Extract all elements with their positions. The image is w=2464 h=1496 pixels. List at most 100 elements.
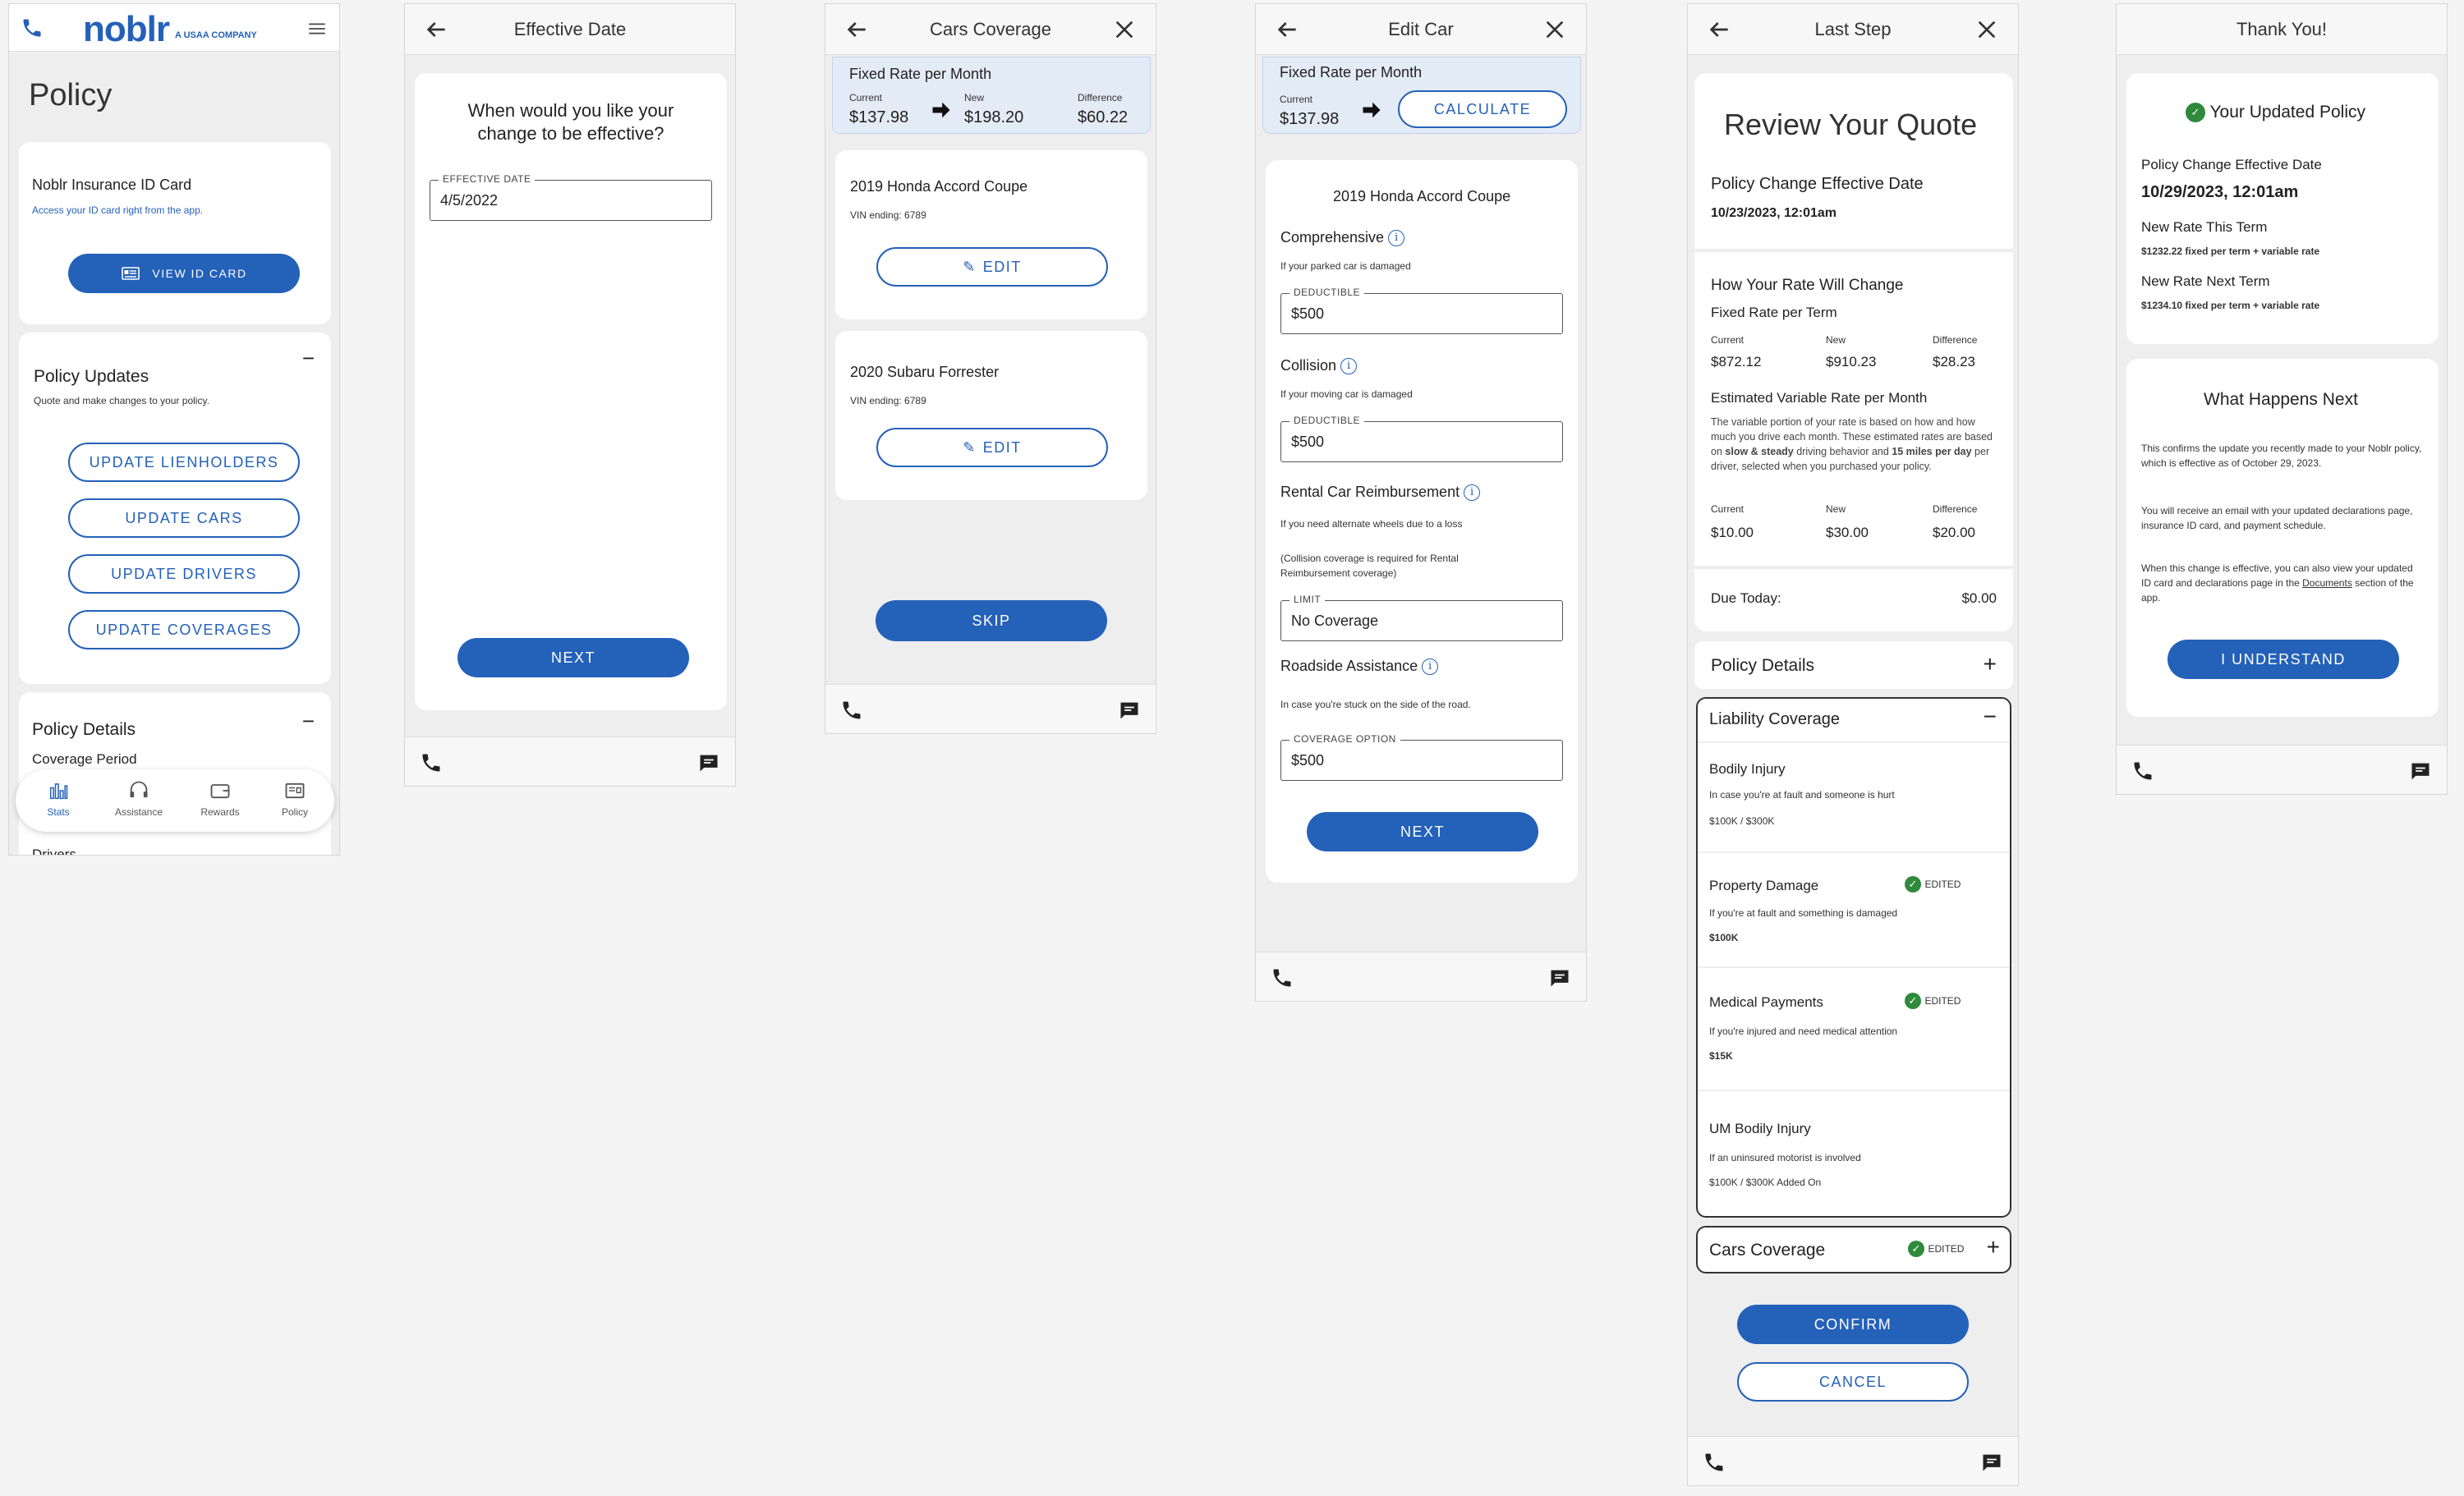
screen-title: Cars Coverage <box>930 18 1051 39</box>
screen-title: Effective Date <box>513 18 627 39</box>
updated-policy-card: ✓ Your Updated Policy Policy Change Effe… <box>2126 73 2439 344</box>
roadside-title: Roadside Assistance i <box>1280 658 1439 676</box>
chat-icon[interactable] <box>1548 966 1571 989</box>
info-icon[interactable]: i <box>1388 230 1405 247</box>
current-value: $137.98 <box>1280 110 1340 128</box>
documents-link[interactable]: Documents <box>2302 577 2352 589</box>
edited-badge: ✓ EDITED <box>1908 1241 1964 1257</box>
collapse-icon[interactable]: − <box>302 346 315 371</box>
next-button[interactable]: NEXT <box>1307 812 1538 851</box>
edit-button[interactable]: ✎ EDIT <box>876 247 1108 287</box>
rate-summary: Fixed Rate per Month Current $137.98 New… <box>832 57 1151 134</box>
pencil-icon: ✎ <box>963 258 977 275</box>
current-label: Current <box>849 92 883 103</box>
effective-date-field[interactable]: EFFECTIVE DATE 4/5/2022 <box>430 173 712 221</box>
fixed-current: $872.12 <box>1711 354 1762 369</box>
arrow-right-icon <box>932 102 950 118</box>
nav-policy[interactable]: Policy <box>270 779 319 818</box>
collision-deductible-field[interactable]: DEDUCTIBLE $500 <box>1280 415 1563 462</box>
car-name: 2019 Honda Accord Coupe <box>850 178 1028 195</box>
nav-assistance[interactable]: Assistance <box>106 779 172 818</box>
policy-doc-icon <box>285 782 305 799</box>
update-cars-button[interactable]: UPDATE CARS <box>68 498 300 538</box>
update-coverages-button[interactable]: UPDATE COVERAGES <box>68 610 300 649</box>
next-button[interactable]: NEXT <box>457 638 689 677</box>
para-1: This confirms the update you recently ma… <box>2141 443 2422 469</box>
chat-icon[interactable] <box>1118 699 1141 722</box>
nav-stats[interactable]: Stats <box>34 779 83 818</box>
nav-rewards-label: Rewards <box>200 806 240 818</box>
screen-title: Thank You! <box>2236 18 2328 39</box>
close-icon[interactable] <box>1111 16 1138 43</box>
phone-icon[interactable] <box>840 699 863 722</box>
last-header: Last Step <box>1688 4 2018 55</box>
close-icon[interactable] <box>1542 16 1568 43</box>
comprehensive-deductible-field[interactable]: DEDUCTIBLE $500 <box>1280 287 1563 334</box>
understand-button[interactable]: I UNDERSTAND <box>2167 640 2399 679</box>
collapse-icon[interactable]: − <box>1984 704 1997 730</box>
phone-icon[interactable] <box>1703 1451 1726 1474</box>
calculate-button[interactable]: CALCULATE <box>1398 90 1567 128</box>
phone-icon[interactable] <box>21 16 44 39</box>
expand-icon[interactable]: + <box>1987 1234 2000 1260</box>
back-arrow-icon[interactable] <box>1274 16 1300 43</box>
bodily-title: Bodily Injury <box>1709 761 1786 777</box>
check-icon: ✓ <box>2186 103 2205 123</box>
update-drivers-button[interactable]: UPDATE DRIVERS <box>68 554 300 594</box>
back-arrow-icon[interactable] <box>1706 16 1732 43</box>
screen-title: Edit Car <box>1388 18 1454 39</box>
info-icon[interactable]: i <box>1340 358 1358 375</box>
expand-icon[interactable]: + <box>1984 651 1997 677</box>
property-value: $100K <box>1709 932 1739 943</box>
phone-icon[interactable] <box>1271 966 1294 989</box>
close-icon[interactable] <box>1974 16 2000 43</box>
field-label: LIMIT <box>1289 594 1326 605</box>
cars-coverage-row[interactable]: Cars Coverage ✓ EDITED + <box>1696 1226 2011 1273</box>
edit-button[interactable]: ✎ EDIT <box>876 428 1108 467</box>
eff-value: 10/23/2023, 12:01am <box>1711 206 1837 220</box>
footer-bar <box>405 737 735 786</box>
chat-icon[interactable] <box>1980 1451 2003 1474</box>
divider <box>1698 741 2010 743</box>
check-icon: ✓ <box>1908 1241 1924 1257</box>
effective-card: When would you like your change to be ef… <box>415 73 727 710</box>
eff-label: Policy Change Effective Date <box>1711 175 1924 193</box>
chat-icon[interactable] <box>697 751 720 774</box>
info-icon[interactable]: i <box>1464 484 1481 502</box>
nav-rewards[interactable]: Rewards <box>191 779 249 818</box>
update-lienholders-button[interactable]: UPDATE LIENHOLDERS <box>68 443 300 482</box>
back-arrow-icon[interactable] <box>423 16 449 43</box>
rental-limit-field[interactable]: LIMIT No Coverage <box>1280 594 1563 641</box>
phone-icon[interactable] <box>420 751 443 774</box>
phone-icon[interactable] <box>2131 759 2154 782</box>
back-arrow-icon[interactable] <box>844 16 870 43</box>
menu-icon[interactable] <box>306 18 328 39</box>
confirm-button[interactable]: CONFIRM <box>1737 1305 1969 1344</box>
skip-button[interactable]: SKIP <box>876 600 1107 641</box>
chat-icon[interactable] <box>2409 759 2432 782</box>
coverage-period-label: Coverage Period <box>32 751 137 767</box>
field-value: No Coverage <box>1291 613 1379 629</box>
medical-title: Medical Payments <box>1709 994 1823 1010</box>
policy-details-row[interactable]: Policy Details + <box>1694 641 2013 689</box>
quote-summary-card: Review Your Quote Policy Change Effectiv… <box>1694 73 2013 631</box>
effective-date-screen: Effective Date When would you like your … <box>404 3 736 787</box>
footer-bar <box>1256 952 1586 1001</box>
fixed-title: Fixed Rate per Term <box>1711 305 1837 320</box>
bodily-desc: In case you're at fault and someone is h… <box>1709 789 1895 801</box>
cancel-button[interactable]: CANCEL <box>1737 1362 1969 1402</box>
field-label: DEDUCTIBLE <box>1289 287 1365 298</box>
roadside-option-field[interactable]: COVERAGE OPTION $500 <box>1280 733 1563 781</box>
updated-title: ✓ Your Updated Policy <box>2186 103 2365 123</box>
comprehensive-title: Comprehensive i <box>1280 229 1405 247</box>
collapse-icon[interactable]: − <box>302 709 315 734</box>
col-diff: Difference <box>1933 503 1978 515</box>
info-icon[interactable]: i <box>1422 659 1439 676</box>
nav-stats-label: Stats <box>47 806 70 818</box>
divider <box>1694 249 2013 252</box>
last-step-screen: Last Step Review Your Quote Policy Chang… <box>1687 3 2019 1486</box>
view-id-card-button[interactable]: VIEW ID CARD <box>68 254 300 293</box>
divider <box>1698 851 2010 853</box>
edit-label: EDIT <box>982 438 1022 456</box>
collision-desc: If your moving car is damaged <box>1280 388 1413 400</box>
